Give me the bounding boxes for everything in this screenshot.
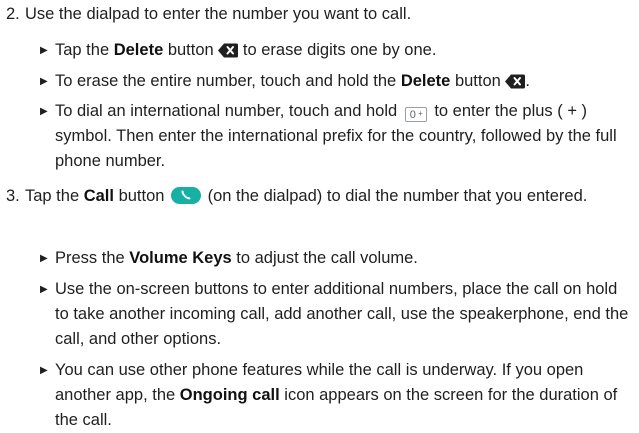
phone-handset-icon: [171, 187, 202, 204]
triangle-right-icon: ▶: [40, 76, 48, 87]
bullet-item-volume: ▶ Press the Volume Keys to adjust the ca…: [40, 246, 635, 271]
triangle-right-icon: ▶: [40, 253, 48, 264]
bullet-text-post: to adjust the call volume.: [231, 249, 418, 267]
backspace-delete-icon: [218, 41, 239, 58]
bullet-item-delete: ▶ Tap the Delete button to erase digits …: [40, 38, 635, 63]
volume-keys-label: Volume Keys: [129, 249, 232, 267]
step-text-post: (on the dialpad) to dial the number that…: [203, 187, 588, 205]
bullet-text-post: .: [525, 72, 530, 90]
bullet-text-post: to erase digits one by one.: [238, 41, 437, 59]
bullet-text: Use the on-screen buttons to enter addit…: [55, 280, 629, 348]
bullet-item-international: ▶ To dial an international number, touch…: [40, 99, 635, 174]
bullet-text-pre: Tap the: [55, 41, 114, 59]
triangle-right-icon: ▶: [40, 45, 48, 56]
bullet-text-mid: button: [163, 41, 219, 59]
delete-label: Delete: [113, 41, 164, 59]
step-number: 2.: [6, 5, 20, 23]
zero-plus-key-icon: 0 +: [404, 107, 427, 122]
call-label: Call: [83, 187, 114, 205]
bullet-text-pre: To dial an international number, touch a…: [55, 102, 402, 120]
step-text: Use the dialpad to enter the number you …: [25, 5, 412, 23]
step-2: 2. Use the dialpad to enter the number yo…: [6, 2, 635, 27]
key-zero-label: 0: [409, 109, 416, 121]
triangle-right-icon: ▶: [40, 365, 48, 376]
bullet-text-pre: To erase the entire number, touch and ho…: [55, 72, 401, 90]
step-3: 3. Tap the Call button (on the dialpad) t…: [6, 184, 635, 209]
key-plus-label: +: [418, 109, 423, 118]
step-number: 3.: [6, 187, 20, 205]
step-text-mid: button: [113, 187, 170, 205]
bullet-item-other-features: ▶ You can use other phone features while…: [40, 358, 635, 433]
triangle-right-icon: ▶: [40, 284, 48, 295]
backspace-delete-icon: [505, 72, 526, 89]
triangle-right-icon: ▶: [40, 106, 48, 117]
step-text-pre: Tap the: [25, 187, 84, 205]
bullet-text-mid: button: [450, 72, 506, 90]
ongoing-call-label: Ongoing call: [179, 386, 280, 404]
bullet-item-erase-all: ▶ To erase the entire number, touch and …: [40, 69, 635, 94]
delete-label: Delete: [400, 72, 451, 90]
bullet-text-pre: Press the: [55, 249, 130, 267]
bullet-item-onscreen: ▶ Use the on-screen buttons to enter add…: [40, 277, 635, 352]
